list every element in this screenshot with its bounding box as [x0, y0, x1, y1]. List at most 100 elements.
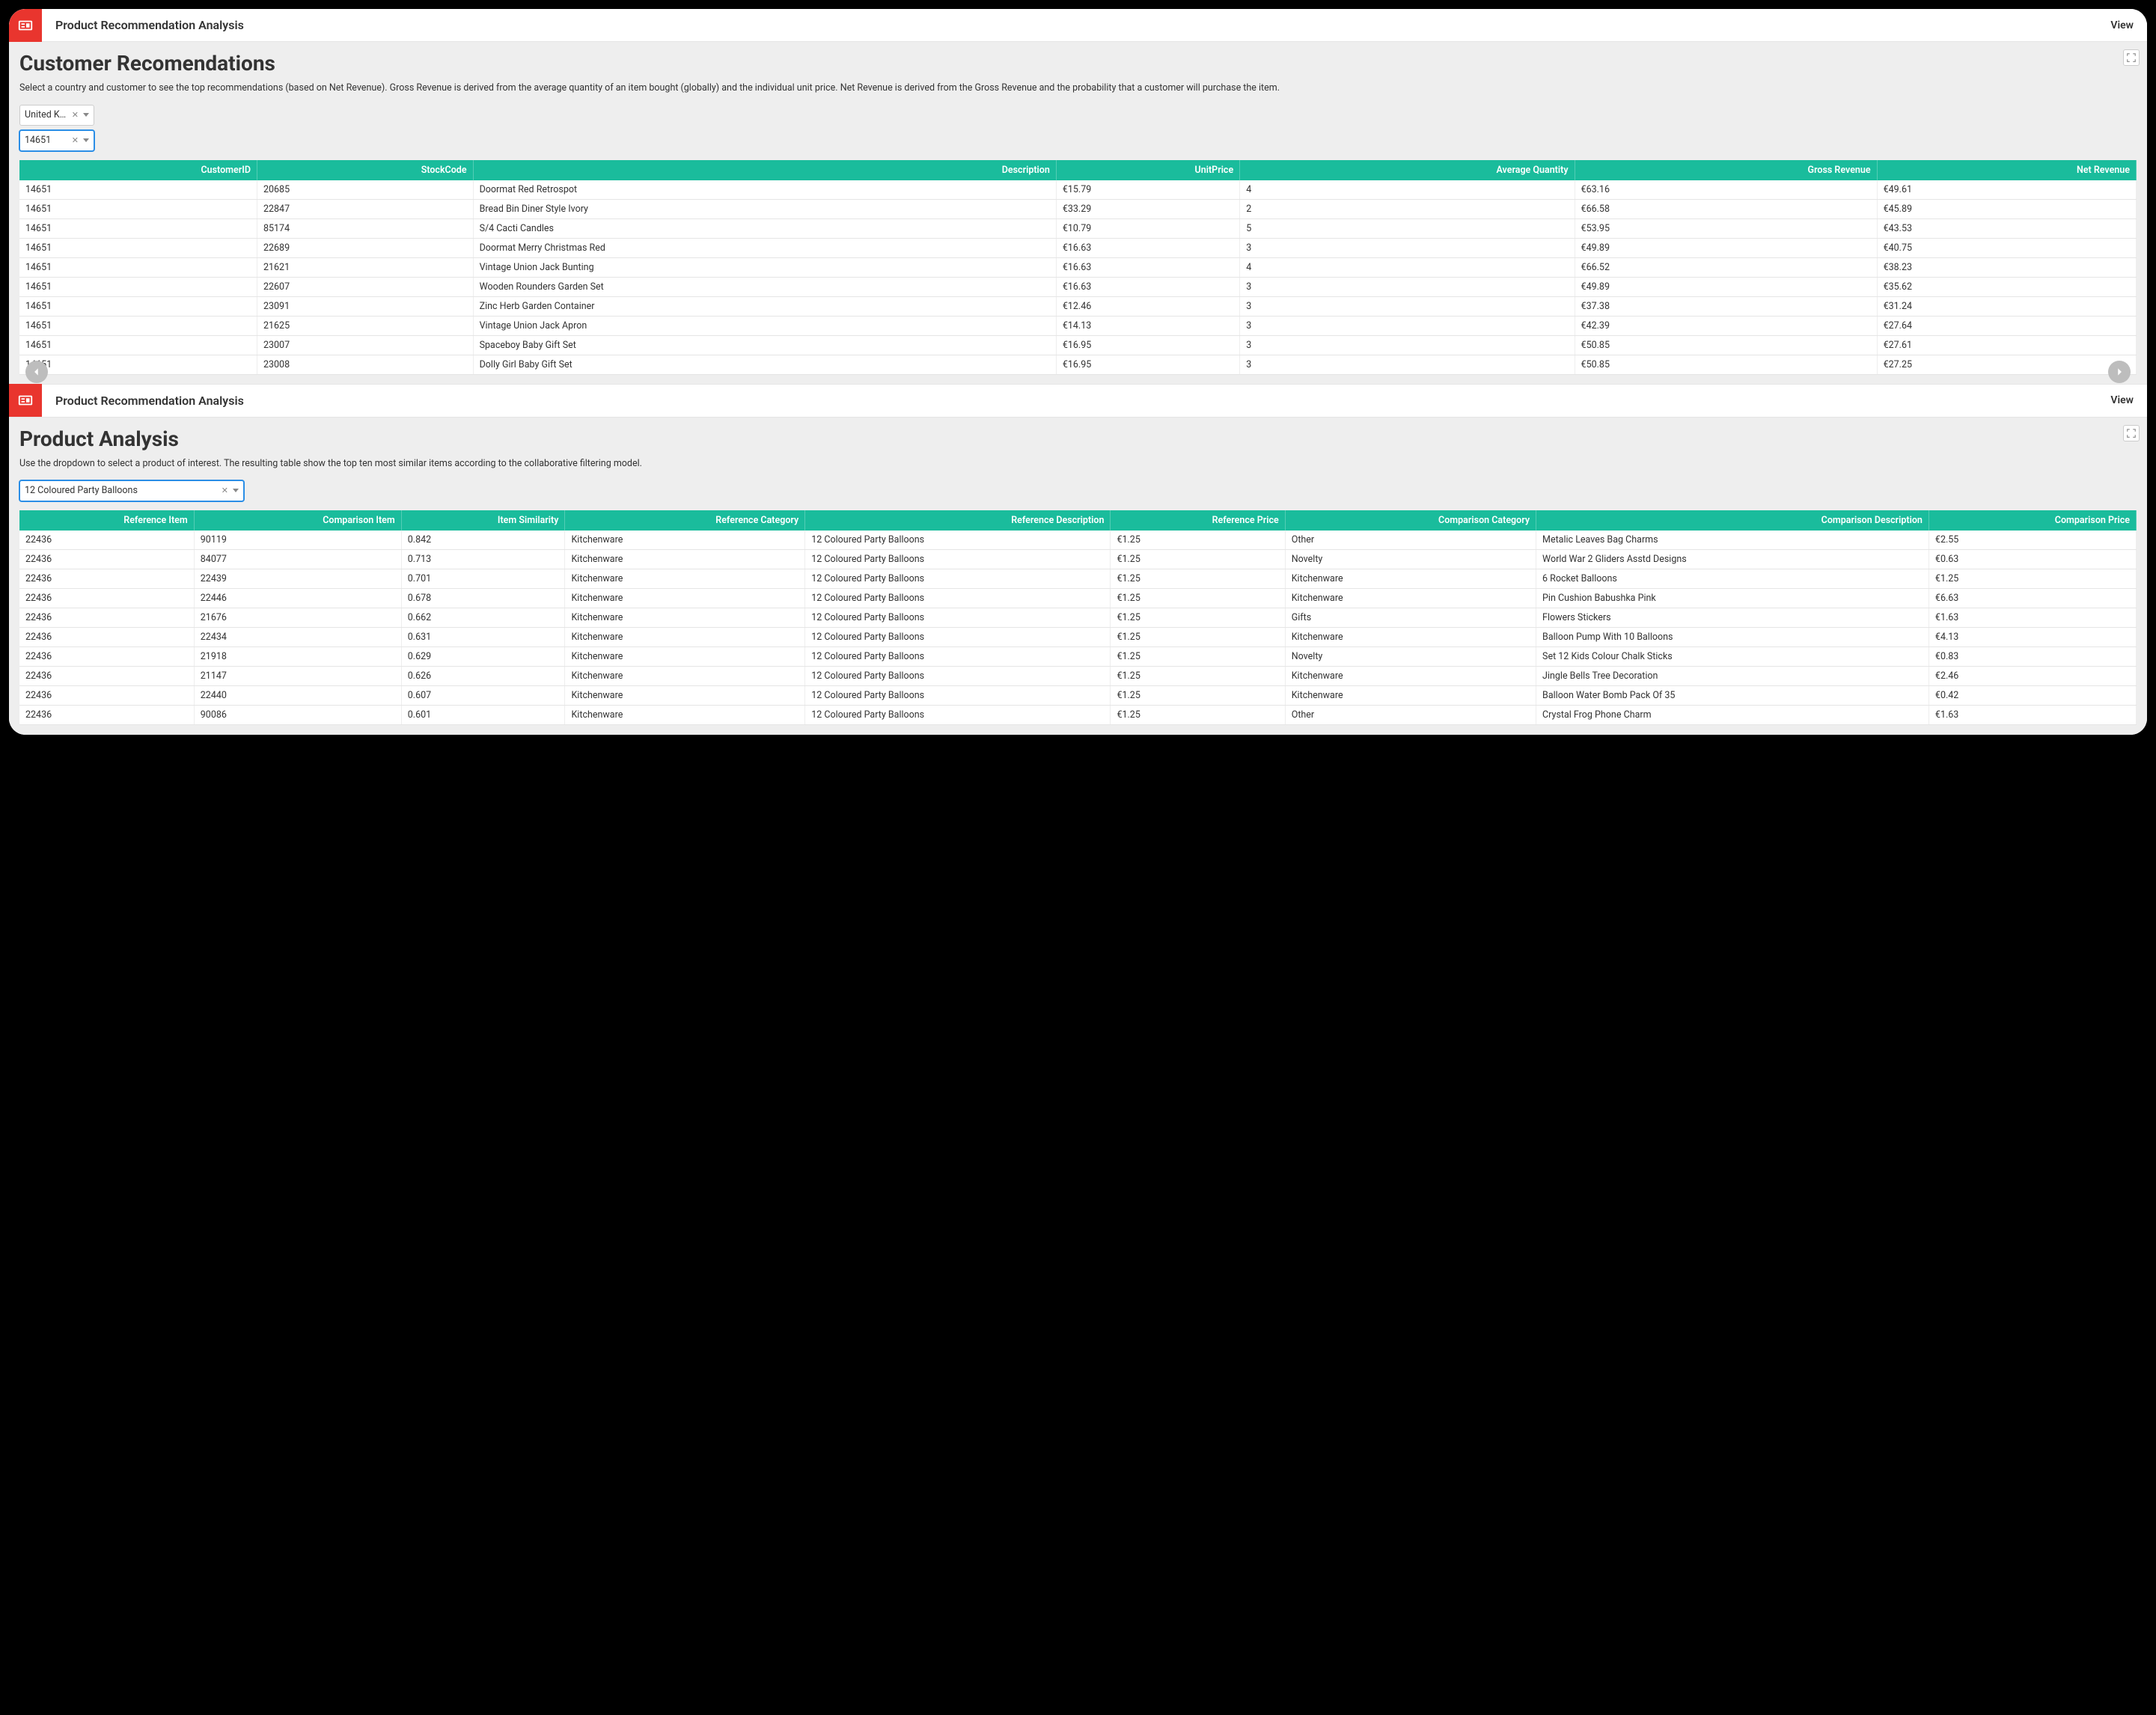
table-cell: 22436 [19, 531, 194, 550]
table-cell: €1.25 [1111, 531, 1285, 550]
expand-button[interactable] [2123, 49, 2140, 66]
column-header[interactable]: UnitPrice [1056, 160, 1239, 180]
table-cell: 2 [1240, 199, 1575, 218]
table-cell: 85174 [257, 218, 473, 238]
table-cell: Spaceboy Baby Gift Set [473, 335, 1056, 355]
table-cell: €12.46 [1056, 296, 1239, 316]
table-cell: 22440 [194, 685, 401, 705]
table-row[interactable]: 1465121621Vintage Union Jack Bunting€16.… [19, 257, 2137, 277]
table-row[interactable]: 22436219180.629Kitchenware12 Coloured Pa… [19, 646, 2137, 666]
view-link[interactable]: View [2110, 394, 2134, 406]
table-cell: Doormat Red Retrospot [473, 180, 1056, 200]
table-cell: Other [1285, 531, 1536, 550]
table-row[interactable]: 22436224460.678Kitchenware12 Coloured Pa… [19, 588, 2137, 608]
view-link[interactable]: View [2110, 19, 2134, 31]
table-row[interactable]: 1465121625Vintage Union Jack Apron€14.13… [19, 316, 2137, 335]
table-cell: Kitchenware [565, 666, 805, 685]
table-cell: 14651 [19, 199, 257, 218]
table-cell: 14651 [19, 355, 257, 374]
table-row[interactable]: 22436224340.631Kitchenware12 Coloured Pa… [19, 627, 2137, 646]
table-row[interactable]: 1465122847Bread Bin Diner Style Ivory€33… [19, 199, 2137, 218]
table-row[interactable]: 1465122689Doormat Merry Christmas Red€16… [19, 238, 2137, 257]
table-cell: 12 Coloured Party Balloons [805, 588, 1111, 608]
table-cell: Vintage Union Jack Apron [473, 316, 1056, 335]
column-header[interactable]: Reference Item [19, 510, 194, 531]
column-header[interactable]: Average Quantity [1240, 160, 1575, 180]
table-cell: €16.95 [1056, 355, 1239, 374]
table-cell: 22436 [19, 569, 194, 588]
table-row[interactable]: 1465123008Dolly Girl Baby Gift Set€16.95… [19, 355, 2137, 374]
customer-dropdown[interactable]: 14651 ✕ [19, 130, 94, 151]
table-cell: 14651 [19, 238, 257, 257]
country-dropdown[interactable]: United King… ✕ [19, 105, 94, 126]
section-description: Select a country and customer to see the… [19, 82, 2137, 96]
table-row[interactable]: 1465123091Zinc Herb Garden Container€12.… [19, 296, 2137, 316]
table-cell: €1.63 [1929, 705, 2136, 724]
column-header[interactable]: Net Revenue [1877, 160, 2136, 180]
column-header[interactable]: Comparison Item [194, 510, 401, 531]
table-cell: €27.64 [1877, 316, 2136, 335]
table-cell: 14651 [19, 180, 257, 200]
column-header[interactable]: Comparison Category [1285, 510, 1536, 531]
customer-recommendations-panel: Product Recommendation Analysis View Cus… [9, 9, 2147, 385]
table-cell: €16.63 [1056, 238, 1239, 257]
clear-icon[interactable]: ✕ [72, 110, 79, 120]
table-cell: Kitchenware [565, 588, 805, 608]
table-cell: €1.25 [1111, 549, 1285, 569]
column-header[interactable]: Item Similarity [401, 510, 565, 531]
table-cell: €1.25 [1111, 608, 1285, 627]
table-row[interactable]: 1465122607Wooden Rounders Garden Set€16.… [19, 277, 2137, 296]
table-cell: 3 [1240, 355, 1575, 374]
table-cell: €27.25 [1877, 355, 2136, 374]
table-cell: €45.89 [1877, 199, 2136, 218]
table-cell: 22436 [19, 588, 194, 608]
table-cell: 14651 [19, 277, 257, 296]
table-cell: €50.85 [1575, 335, 1877, 355]
tile-header: Product Recommendation Analysis View [9, 385, 2147, 418]
table-cell: €49.89 [1575, 277, 1877, 296]
table-cell: Flowers Stickers [1536, 608, 1929, 627]
table-row[interactable]: 22436224400.607Kitchenware12 Coloured Pa… [19, 685, 2137, 705]
table-cell: 23091 [257, 296, 473, 316]
table-row[interactable]: 22436211470.626Kitchenware12 Coloured Pa… [19, 666, 2137, 685]
table-cell: €0.63 [1929, 549, 2136, 569]
table-cell: €1.25 [1111, 588, 1285, 608]
table-cell: 3 [1240, 296, 1575, 316]
table-cell: €10.79 [1056, 218, 1239, 238]
table-row[interactable]: 22436900860.601Kitchenware12 Coloured Pa… [19, 705, 2137, 724]
table-cell: €14.13 [1056, 316, 1239, 335]
tile-icon [9, 9, 42, 42]
clear-icon[interactable]: ✕ [72, 135, 79, 145]
column-header[interactable]: CustomerID [19, 160, 257, 180]
column-header[interactable]: Description [473, 160, 1056, 180]
table-row[interactable]: 1465185174S/4 Cacti Candles€10.795€53.95… [19, 218, 2137, 238]
table-cell: 22689 [257, 238, 473, 257]
table-row[interactable]: 22436224390.701Kitchenware12 Coloured Pa… [19, 569, 2137, 588]
tile-title: Product Recommendation Analysis [55, 394, 2110, 408]
table-cell: €27.61 [1877, 335, 2136, 355]
table-row[interactable]: 22436840770.713Kitchenware12 Coloured Pa… [19, 549, 2137, 569]
nav-prev-button[interactable] [25, 361, 48, 383]
column-header[interactable]: Reference Description [805, 510, 1111, 531]
table-cell: S/4 Cacti Candles [473, 218, 1056, 238]
table-cell: 0.662 [401, 608, 565, 627]
table-row[interactable]: 22436216760.662Kitchenware12 Coloured Pa… [19, 608, 2137, 627]
clear-icon[interactable]: ✕ [222, 486, 228, 495]
column-header[interactable]: Reference Category [565, 510, 805, 531]
product-dropdown[interactable]: 12 Coloured Party Balloons ✕ [19, 480, 244, 501]
nav-next-button[interactable] [2108, 361, 2131, 383]
table-cell: €37.38 [1575, 296, 1877, 316]
column-header[interactable]: Gross Revenue [1575, 160, 1877, 180]
column-header[interactable]: Reference Price [1111, 510, 1285, 531]
column-header[interactable]: StockCode [257, 160, 473, 180]
table-cell: 22439 [194, 569, 401, 588]
column-header[interactable]: Comparison Price [1929, 510, 2136, 531]
expand-button[interactable] [2123, 425, 2140, 441]
table-cell: €33.29 [1056, 199, 1239, 218]
chevron-down-icon [233, 489, 239, 492]
table-row[interactable]: 1465123007Spaceboy Baby Gift Set€16.953€… [19, 335, 2137, 355]
column-header[interactable]: Comparison Description [1536, 510, 1929, 531]
table-cell: 0.678 [401, 588, 565, 608]
table-row[interactable]: 1465120685Doormat Red Retrospot€15.794€6… [19, 180, 2137, 200]
table-row[interactable]: 22436901190.842Kitchenware12 Coloured Pa… [19, 531, 2137, 550]
